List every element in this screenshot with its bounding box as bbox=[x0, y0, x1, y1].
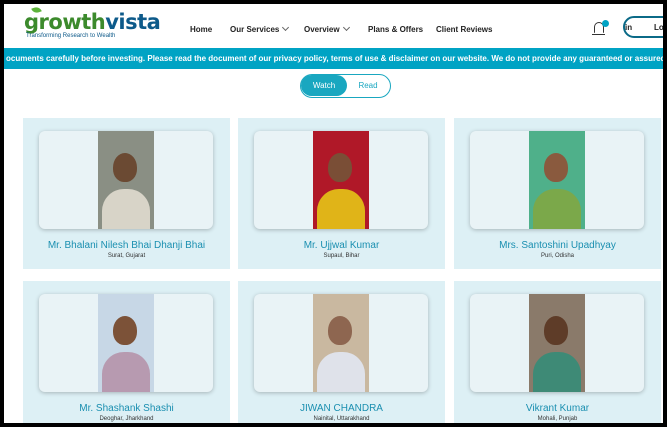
nav-home[interactable]: Home bbox=[190, 25, 212, 34]
video-thumbnail[interactable] bbox=[254, 131, 428, 229]
page-frame: growthvista Transforming Research to Wea… bbox=[0, 0, 667, 427]
reviewer-location: Surat, Gujarat bbox=[107, 253, 146, 259]
ticker-text: ocuments carefully before investing. Ple… bbox=[6, 54, 663, 63]
reviewer-location: Deoghar, Jharkhand bbox=[99, 416, 154, 422]
nav-our-services[interactable]: Our Services bbox=[230, 23, 290, 34]
notification-dot bbox=[602, 20, 609, 27]
review-card[interactable]: JIWAN CHANDRA Nainital, Uttarakhand bbox=[238, 281, 445, 423]
reviewer-photo bbox=[313, 131, 369, 229]
review-card[interactable]: Mr. Bhalani Nilesh Bhai Dhanji Bhai Sura… bbox=[23, 118, 230, 269]
brand-wordmark: growthvista bbox=[24, 10, 161, 34]
reviewer-photo bbox=[313, 294, 369, 392]
brand-tagline: Transforming Research to Wealth bbox=[26, 33, 116, 39]
brand-word-vista: vista bbox=[105, 10, 161, 34]
chevron-down-icon bbox=[282, 23, 290, 32]
reviewer-photo bbox=[529, 131, 585, 229]
nav-our-services-label: Our Services bbox=[230, 25, 280, 34]
login-label: Lo bbox=[654, 23, 664, 32]
video-thumbnail[interactable] bbox=[470, 294, 644, 392]
signin-label: in bbox=[625, 23, 633, 32]
review-card[interactable]: Mrs. Santoshini Upadhyay Puri, Odisha bbox=[454, 118, 661, 269]
login-button[interactable]: in Lo bbox=[623, 16, 664, 38]
reviewer-name: Vikrant Kumar bbox=[525, 403, 590, 414]
read-tab[interactable]: Read bbox=[347, 75, 389, 96]
review-card[interactable]: Mr. Ujjwal Kumar Supaul, Bihar bbox=[238, 118, 445, 269]
video-thumbnail[interactable] bbox=[39, 294, 213, 392]
video-thumbnail[interactable] bbox=[470, 131, 644, 229]
chevron-down-icon bbox=[342, 23, 350, 32]
reviewer-name: Mrs. Santoshini Upadhyay bbox=[499, 240, 616, 251]
reviewer-name: Mr. Shashank Shashi bbox=[79, 403, 174, 414]
nav-client-reviews[interactable]: Client Reviews bbox=[436, 25, 492, 34]
review-card[interactable]: Mr. Shashank Shashi Deoghar, Jharkhand bbox=[23, 281, 230, 423]
reviewer-photo bbox=[98, 294, 154, 392]
nav-overview[interactable]: Overview bbox=[304, 23, 350, 34]
watch-read-toggle: Watch Read bbox=[300, 74, 391, 98]
reviewer-location: Puri, Odisha bbox=[540, 253, 574, 259]
watch-tab[interactable]: Watch bbox=[301, 75, 347, 96]
reviewer-photo bbox=[529, 294, 585, 392]
nav-overview-label: Overview bbox=[304, 25, 340, 34]
brand-logo[interactable]: growthvista Transforming Research to Wea… bbox=[22, 5, 161, 42]
nav-plans-offers[interactable]: Plans & Offers bbox=[368, 25, 423, 34]
top-navbar: growthvista Transforming Research to Wea… bbox=[4, 4, 663, 48]
reviewer-name: Mr. Bhalani Nilesh Bhai Dhanji Bhai bbox=[47, 240, 206, 251]
reviewer-location: Mohali, Punjab bbox=[537, 416, 578, 422]
brand-word-growth: growth bbox=[24, 10, 106, 34]
reviewer-location: Supaul, Bihar bbox=[323, 253, 360, 259]
reviewer-photo bbox=[98, 131, 154, 229]
reviewer-name: JIWAN CHANDRA bbox=[300, 403, 383, 414]
reviewer-location: Nainital, Uttarakhand bbox=[313, 416, 370, 422]
video-thumbnail[interactable] bbox=[39, 131, 213, 229]
reviewer-name: Mr. Ujjwal Kumar bbox=[303, 240, 380, 251]
video-thumbnail[interactable] bbox=[254, 294, 428, 392]
review-card[interactable]: Vikrant Kumar Mohali, Punjab bbox=[454, 281, 661, 423]
disclaimer-ticker: ocuments carefully before investing. Ple… bbox=[4, 48, 663, 69]
